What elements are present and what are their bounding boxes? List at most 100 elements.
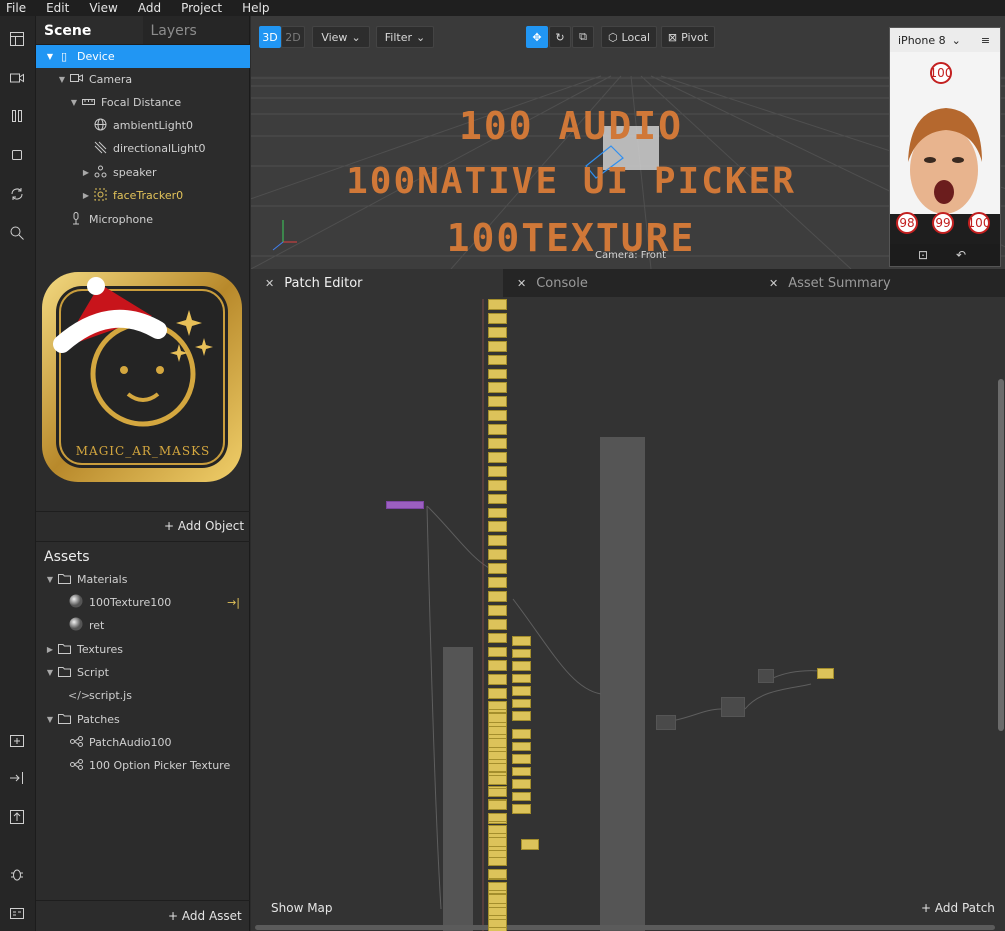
patch-node[interactable] xyxy=(817,668,834,679)
patch-node[interactable] xyxy=(488,604,507,616)
patch-node[interactable] xyxy=(488,738,507,748)
square-icon[interactable] xyxy=(6,144,28,166)
patch-node[interactable] xyxy=(488,577,507,588)
vertical-scrollbar[interactable] xyxy=(998,379,1004,731)
patch-node[interactable] xyxy=(488,396,507,408)
patch-node[interactable] xyxy=(488,618,507,630)
patch-node[interactable] xyxy=(488,825,507,835)
patch-node[interactable] xyxy=(488,660,507,672)
tree-item-microphone[interactable]: Microphone xyxy=(36,208,250,231)
patch-node[interactable] xyxy=(488,632,507,644)
patch-node[interactable] xyxy=(512,711,531,721)
patch-node[interactable] xyxy=(488,549,507,561)
bug-icon[interactable] xyxy=(6,863,28,885)
asset-material-ret[interactable]: ret xyxy=(36,614,250,637)
tree-item-camera[interactable]: ▼ Camera xyxy=(36,68,250,91)
patch-node[interactable] xyxy=(488,410,507,422)
show-map-button[interactable]: Show Map xyxy=(271,901,333,915)
patch-node[interactable] xyxy=(488,906,507,916)
patch-node[interactable] xyxy=(512,754,531,764)
patch-node[interactable] xyxy=(488,725,507,736)
asset-script-js[interactable]: </> script.js xyxy=(36,684,250,707)
patch-node[interactable] xyxy=(488,787,507,798)
asset-folder-materials[interactable]: ▼ Materials xyxy=(36,568,250,591)
screenshot-icon[interactable]: ⊡ xyxy=(918,248,928,262)
patch-node[interactable] xyxy=(488,438,507,449)
add-object-button[interactable]: + Add Object xyxy=(164,519,244,533)
caret-down-icon[interactable]: ▼ xyxy=(56,75,68,84)
patch-node[interactable] xyxy=(488,763,507,773)
pause-icon[interactable] xyxy=(6,105,28,127)
patch-node[interactable] xyxy=(488,881,507,892)
patch-node[interactable] xyxy=(488,451,507,463)
menu-project[interactable]: Project xyxy=(181,1,222,15)
patch-node[interactable] xyxy=(512,741,531,751)
patch-node[interactable] xyxy=(488,837,507,847)
horizontal-scrollbar[interactable] xyxy=(255,925,995,930)
filter-dropdown[interactable]: Filter ⌄ xyxy=(376,26,434,48)
patch-node[interactable] xyxy=(488,299,507,310)
patch-node[interactable] xyxy=(488,368,507,380)
patch-node[interactable] xyxy=(512,686,531,696)
asset-folder-patches[interactable]: ▼ Patches xyxy=(36,708,250,731)
patch-node-gray[interactable] xyxy=(721,697,745,717)
purple-patch-node[interactable] xyxy=(386,501,424,509)
patch-node[interactable] xyxy=(488,354,507,366)
local-button[interactable]: ⬡ Local xyxy=(601,26,657,48)
menu-view[interactable]: View xyxy=(89,1,117,15)
patch-node[interactable] xyxy=(488,688,507,700)
patch-node[interactable] xyxy=(488,869,507,879)
video-icon[interactable] xyxy=(6,67,28,89)
mode-2d-button[interactable]: 2D xyxy=(281,26,305,48)
pivot-button[interactable]: ⊠ Pivot xyxy=(661,26,715,48)
caret-down-icon[interactable]: ▼ xyxy=(44,52,56,61)
tree-item-directional-light[interactable]: directionalLight0 xyxy=(36,137,250,160)
patch-node[interactable] xyxy=(512,791,531,801)
patch-node[interactable] xyxy=(512,636,531,646)
view-dropdown[interactable]: View ⌄ xyxy=(312,26,370,48)
caret-down-icon[interactable]: ▼ xyxy=(44,668,56,677)
menu-help[interactable]: Help xyxy=(242,1,269,15)
layout-icon[interactable] xyxy=(6,28,28,50)
patch-node[interactable] xyxy=(488,493,507,505)
patch-node[interactable] xyxy=(488,750,507,760)
tab-layers[interactable]: Layers xyxy=(142,16,249,44)
menu-add[interactable]: Add xyxy=(138,1,161,15)
asset-folder-script[interactable]: ▼ Script xyxy=(36,661,250,684)
patch-node[interactable] xyxy=(488,479,507,491)
patch-node[interactable] xyxy=(521,839,539,850)
patch-node[interactable] xyxy=(488,465,507,477)
patch-node[interactable] xyxy=(488,646,507,658)
panel-icon[interactable] xyxy=(6,902,28,924)
export-icon[interactable] xyxy=(6,806,28,828)
rotate-tool-icon[interactable]: ↻ xyxy=(549,26,571,48)
asset-patch-audio100[interactable]: PatchAudio100 xyxy=(36,731,250,754)
patch-node[interactable] xyxy=(512,673,531,683)
link-arrow-icon[interactable]: →| xyxy=(227,596,240,609)
patch-node[interactable] xyxy=(512,779,531,789)
patch-node[interactable] xyxy=(488,590,507,602)
patch-node[interactable] xyxy=(488,340,507,352)
patch-node[interactable] xyxy=(488,812,507,822)
menu-file[interactable]: File xyxy=(6,1,26,15)
patch-node[interactable] xyxy=(512,698,531,708)
caret-right-icon[interactable]: ▶ xyxy=(44,645,56,654)
patch-node[interactable] xyxy=(488,894,507,904)
asset-folder-textures[interactable]: ▶ Textures xyxy=(36,638,250,661)
sync-icon[interactable] xyxy=(6,183,28,205)
tab-scene[interactable]: Scene xyxy=(36,16,143,44)
patch-node[interactable] xyxy=(512,648,531,658)
patch-node[interactable] xyxy=(488,800,507,810)
search-icon[interactable] xyxy=(6,222,28,244)
patch-node[interactable] xyxy=(488,312,507,324)
patch-node[interactable] xyxy=(488,775,507,785)
patch-node[interactable] xyxy=(512,766,531,776)
import-icon[interactable] xyxy=(6,767,28,789)
caret-down-icon[interactable]: ▼ xyxy=(44,575,56,584)
caret-down-icon[interactable]: ▼ xyxy=(44,715,56,724)
patch-node[interactable] xyxy=(488,424,507,435)
device-selector[interactable]: iPhone 8 ⌄ ≡ xyxy=(890,28,1000,52)
scale-tool-icon[interactable]: ⧉ xyxy=(572,26,594,48)
tree-item-speaker[interactable]: ▶ speaker xyxy=(36,161,250,184)
tree-item-face-tracker[interactable]: ▶ faceTracker0 xyxy=(36,184,250,207)
